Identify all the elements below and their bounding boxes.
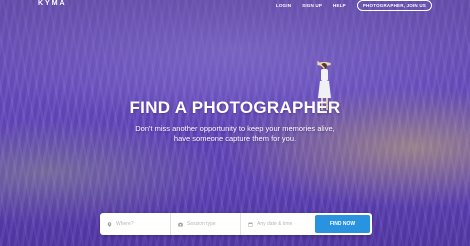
login-link[interactable]: LOGIN bbox=[276, 3, 291, 8]
session-type-field[interactable]: Session type bbox=[171, 213, 241, 235]
find-now-button[interactable]: FIND NOW bbox=[315, 215, 370, 233]
hero-overlay bbox=[0, 0, 470, 246]
calendar-icon bbox=[248, 221, 253, 227]
photographer-join-button[interactable]: PHOTOGRAPHER, JOIN US bbox=[356, 0, 432, 11]
hero-subtitle-line1: Don't miss another opportunity to keep y… bbox=[135, 124, 335, 133]
hero-subtitle-line2: have someone capture them for you. bbox=[173, 133, 297, 143]
search-bar: Where? Session type Any date & time FIND… bbox=[100, 213, 372, 235]
hero-title: FIND A PHOTOGRAPHER bbox=[129, 98, 341, 117]
date-time-field[interactable]: Any date & time bbox=[241, 213, 310, 235]
where-field[interactable]: Where? bbox=[100, 213, 171, 235]
camera-icon bbox=[178, 222, 183, 226]
hero-background bbox=[0, 0, 470, 246]
help-link[interactable]: HELP bbox=[333, 3, 346, 8]
session-type-placeholder: Session type bbox=[187, 221, 216, 227]
location-pin-icon bbox=[107, 221, 112, 227]
brand-logo[interactable]: KYMA bbox=[38, 0, 67, 7]
date-time-placeholder: Any date & time bbox=[257, 221, 293, 227]
where-placeholder: Where? bbox=[116, 221, 134, 227]
top-nav: LOGIN SIGN UP HELP PHOTOGRAPHER, JOIN US bbox=[276, 0, 432, 11]
hero-subtitle: Don't miss another opportunity to keep y… bbox=[0, 124, 470, 143]
signup-link[interactable]: SIGN UP bbox=[302, 3, 322, 8]
